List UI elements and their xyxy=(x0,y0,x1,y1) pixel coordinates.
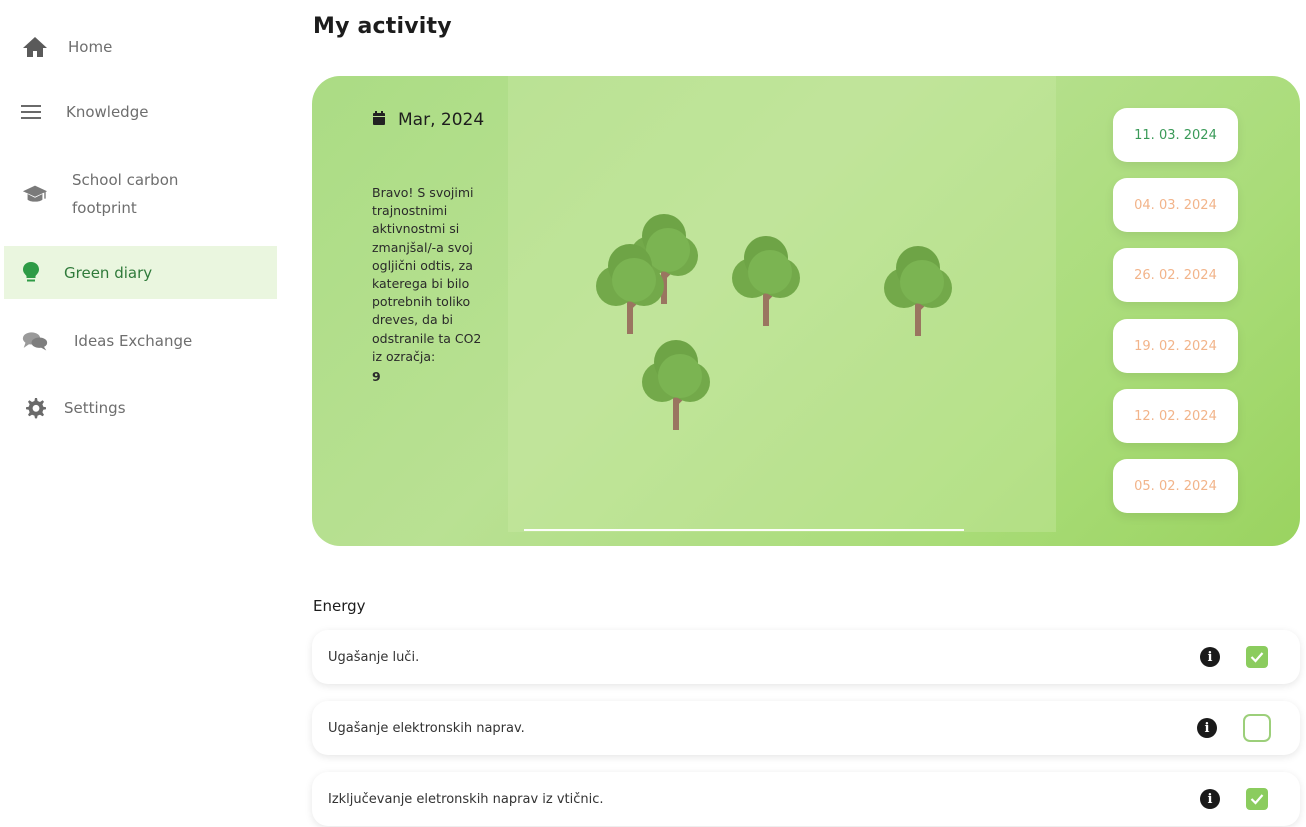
sidebar-item-label: Knowledge xyxy=(66,103,149,121)
checkmark-icon xyxy=(1250,794,1264,805)
sidebar-item-label-group: School carbon footprint xyxy=(72,166,178,222)
message-line: dreves, da bi xyxy=(372,312,454,328)
sidebar: Home Knowledge School carbon footprint G… xyxy=(0,0,280,827)
home-icon xyxy=(22,34,48,60)
forest-scrollbar[interactable] xyxy=(524,529,964,531)
sidebar-item-label: School carbon xyxy=(72,171,179,189)
date-button[interactable]: 05. 02. 2024 xyxy=(1113,459,1238,513)
menu-lines-icon xyxy=(18,99,44,125)
sidebar-item-label-line2: footprint xyxy=(72,199,137,217)
tree-forest xyxy=(508,76,1056,532)
date-button[interactable]: 11. 03. 2024 xyxy=(1113,108,1238,162)
sidebar-item-label: Ideas Exchange xyxy=(74,332,193,350)
activity-checkbox[interactable] xyxy=(1246,646,1268,668)
graduation-cap-icon xyxy=(22,181,48,207)
sidebar-item-label: Green diary xyxy=(64,263,153,282)
date-button[interactable]: 26. 02. 2024 xyxy=(1113,248,1238,302)
sidebar-item-knowledge[interactable]: Knowledge xyxy=(4,97,277,127)
sidebar-item-green-diary[interactable]: Green diary xyxy=(4,246,277,299)
sidebar-item-ideas-exchange[interactable]: Ideas Exchange xyxy=(4,326,277,356)
date-button[interactable]: 19. 02. 2024 xyxy=(1113,319,1238,373)
activity-label: Ugašanje elektronskih naprav. xyxy=(328,720,525,736)
activity-row: Ugašanje luči. i xyxy=(312,630,1300,684)
tree-count: 9 xyxy=(372,369,381,385)
diary-card: Mar, 2024 Bravo! S svojimi trajnostnimi … xyxy=(312,76,1300,546)
date-button[interactable]: 04. 03. 2024 xyxy=(1113,178,1238,232)
month-header: Mar, 2024 xyxy=(372,110,484,130)
info-icon[interactable]: i xyxy=(1200,789,1220,809)
message-line: ogljični odtis, za xyxy=(372,257,473,273)
tree-icon xyxy=(640,338,712,432)
message-line: odstranile ta CO2 xyxy=(372,330,482,346)
info-icon[interactable]: i xyxy=(1197,718,1217,738)
date-button[interactable]: 12. 02. 2024 xyxy=(1113,389,1238,443)
activity-checkbox[interactable] xyxy=(1243,714,1271,742)
tree-icon xyxy=(882,244,954,338)
activity-row: Ugašanje elektronskih naprav. i xyxy=(312,701,1300,755)
energy-section-title: Energy xyxy=(313,597,366,615)
sidebar-item-settings[interactable]: Settings xyxy=(4,393,277,423)
gear-icon xyxy=(22,395,48,421)
lightbulb-icon xyxy=(18,260,44,286)
info-icon[interactable]: i xyxy=(1200,647,1220,667)
sidebar-item-school-carbon-footprint[interactable]: School carbon footprint xyxy=(4,163,277,225)
message-line: trajnostnimi xyxy=(372,203,448,219)
message-line: katerega bi bilo xyxy=(372,276,470,292)
carbon-message: Bravo! S svojimi trajnostnimi aktivnostm… xyxy=(372,184,512,386)
activity-label: Ugašanje luči. xyxy=(328,649,420,665)
activity-checkbox[interactable] xyxy=(1246,788,1268,810)
calendar-icon xyxy=(372,110,386,130)
activity-row: Izključevanje eletronskih naprav iz vtič… xyxy=(312,772,1300,826)
sidebar-item-home[interactable]: Home xyxy=(4,32,277,62)
message-line: zmanjšal/-a svoj xyxy=(372,239,473,255)
message-line: Bravo! S svojimi xyxy=(372,185,474,200)
checkmark-icon xyxy=(1250,652,1264,663)
message-line: aktivnostmi si xyxy=(372,221,460,237)
sidebar-item-label: Home xyxy=(68,38,113,56)
sidebar-item-label: Settings xyxy=(64,399,126,417)
page-title: My activity xyxy=(313,14,452,39)
activity-label: Izključevanje eletronskih naprav iz vtič… xyxy=(328,791,604,807)
tree-icon xyxy=(730,234,802,328)
chat-bubbles-icon xyxy=(22,328,48,354)
message-line: potrebnih toliko xyxy=(372,294,471,310)
month-label: Mar, 2024 xyxy=(398,110,485,130)
message-line: iz ozračja: xyxy=(372,348,436,364)
